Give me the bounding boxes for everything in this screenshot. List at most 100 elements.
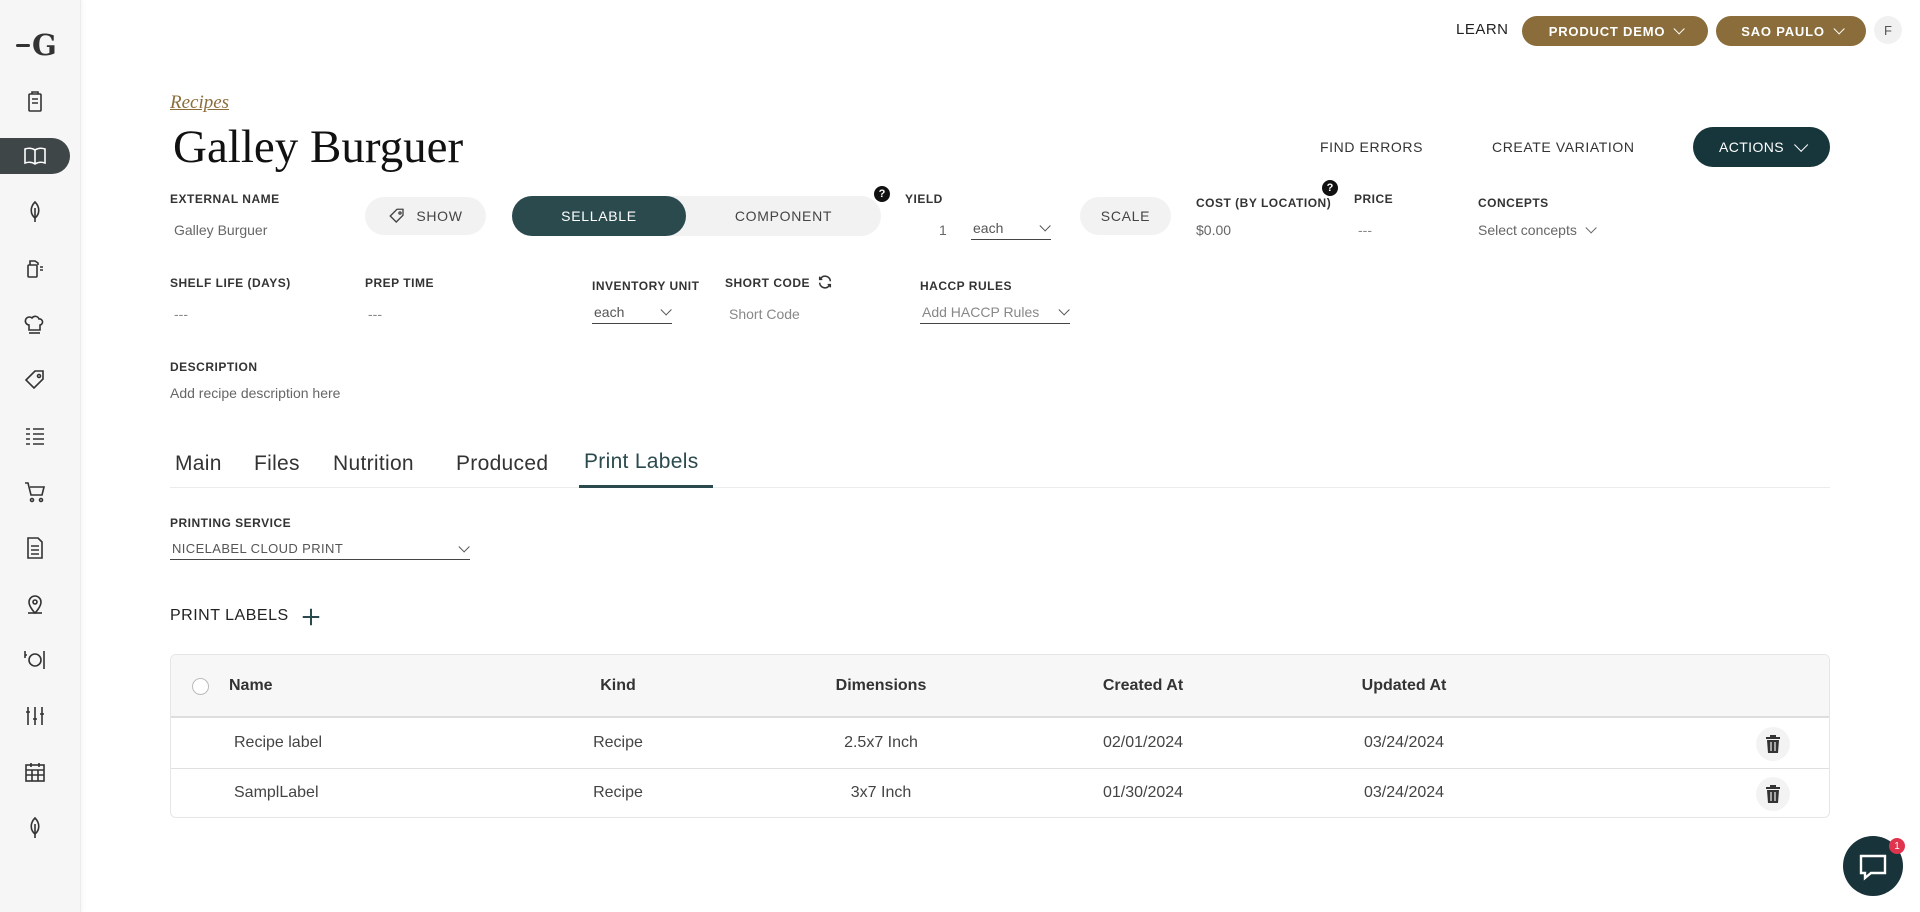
sidebar-item-documents[interactable] (0, 530, 70, 566)
sidebar-item-leaf-2[interactable] (0, 810, 70, 846)
price-value[interactable]: --- (1358, 222, 1372, 238)
location-pin-icon (28, 595, 42, 615)
tag-icon (389, 208, 404, 223)
tab-files[interactable]: Files (254, 452, 300, 476)
location-label: SAO PAULO (1741, 23, 1825, 39)
scale-label: SCALE (1100, 208, 1151, 224)
sidebar-item-checklist[interactable] (0, 418, 70, 454)
concepts-select[interactable]: Select concepts (1478, 222, 1597, 238)
find-errors-button[interactable]: FIND ERRORS (1320, 139, 1423, 155)
prep-time-label: PREP TIME (365, 276, 434, 290)
row-updated-at: 03/24/2024 (1363, 784, 1445, 801)
cost-help-icon[interactable]: ? (1322, 180, 1338, 196)
leaf-icon (30, 816, 40, 838)
actions-button[interactable]: ACTIONS (1693, 127, 1830, 167)
table-row[interactable]: Recipe label Recipe 2.5x7 Inch 02/01/202… (171, 719, 1829, 769)
delete-label-button[interactable] (1756, 727, 1790, 761)
column-created-at[interactable]: Created At (1103, 677, 1183, 695)
chevron-down-icon (1673, 23, 1686, 35)
haccp-rules-label: HACCP RULES (920, 279, 1012, 293)
description-input[interactable]: Add recipe description here (170, 385, 340, 401)
shelf-life-field[interactable]: --- (174, 306, 188, 322)
print-labels-title: PRINT LABELS (170, 607, 289, 624)
tab-nutrition[interactable]: Nutrition (333, 452, 414, 476)
table-header: Name Kind Dimensions Created At Updated … (171, 655, 1829, 718)
shelf-life-label: SHELF LIFE (DAYS) (170, 276, 291, 290)
yield-quantity[interactable]: 1 (939, 222, 947, 238)
table-row[interactable]: SamplLabel Recipe 3x7 Inch 01/30/2024 03… (171, 769, 1829, 817)
tab-main[interactable]: Main (175, 452, 222, 476)
inventory-unit-select[interactable]: each (592, 304, 672, 324)
sidebar-item-dining[interactable] (0, 642, 70, 678)
sidebar-item-cleaning[interactable] (0, 250, 70, 286)
inventory-unit-label: INVENTORY UNIT (592, 279, 700, 293)
component-help-icon[interactable]: ? (874, 186, 890, 202)
chevron-down-icon (1058, 304, 1070, 316)
yield-unit-value: each (973, 220, 1004, 236)
inventory-unit-value: each (594, 304, 625, 320)
column-kind[interactable]: Kind (600, 677, 636, 695)
concepts-label: CONCEPTS (1478, 196, 1549, 210)
column-updated-at[interactable]: Updated At (1362, 677, 1447, 695)
logo-letter: G (32, 28, 57, 62)
sidebar-item-locations[interactable] (0, 586, 70, 622)
chat-notification-badge: 1 (1889, 838, 1905, 854)
cost-value: $0.00 (1196, 222, 1232, 238)
tab-print-labels[interactable]: Print Labels (584, 450, 699, 474)
haccp-rules-select[interactable]: Add HACCP Rules (920, 304, 1070, 324)
column-name[interactable]: Name (229, 677, 273, 695)
document-icon (27, 537, 43, 559)
sidebar-item-clipboard[interactable] (0, 84, 70, 120)
sidebar-item-leaf[interactable] (0, 194, 70, 230)
cleaning-icon (27, 260, 43, 278)
delete-label-button[interactable] (1756, 777, 1790, 811)
prep-time-field[interactable]: --- (368, 306, 382, 322)
sidebar-item-cart[interactable] (0, 474, 70, 510)
logo-dash (16, 43, 30, 47)
avatar[interactable]: F (1874, 16, 1902, 44)
sidebar-item-recipes[interactable] (0, 138, 70, 174)
printing-service-select[interactable]: NICELABEL CLOUD PRINT (170, 540, 470, 560)
printing-service-label: PRINTING SERVICE (170, 516, 292, 530)
sellable-component-toggle: SELLABLE COMPONENT (512, 196, 881, 236)
location-dropdown[interactable]: SAO PAULO (1716, 16, 1866, 46)
component-option[interactable]: COMPONENT (686, 196, 881, 236)
learn-link[interactable]: LEARN (1456, 21, 1509, 38)
sidebar-item-tags[interactable] (0, 362, 70, 398)
row-kind: Recipe (593, 784, 643, 801)
row-created-at: 01/30/2024 (1102, 784, 1184, 801)
add-label-icon[interactable] (300, 606, 322, 628)
haccp-rules-placeholder: Add HACCP Rules (922, 304, 1040, 320)
cost-label: COST (BY LOCATION) (1196, 196, 1332, 210)
chevron-down-icon (1833, 23, 1845, 35)
price-label: PRICE (1354, 192, 1394, 206)
concepts-placeholder: Select concepts (1478, 222, 1577, 238)
select-all-checkbox[interactable] (192, 678, 209, 695)
sidebar-item-chef[interactable] (0, 306, 70, 342)
dining-icon (24, 651, 45, 669)
scale-button[interactable]: SCALE (1080, 197, 1171, 235)
chevron-down-icon (458, 540, 470, 553)
app-logo[interactable]: G (16, 28, 66, 62)
trash-icon (1766, 735, 1780, 753)
sellable-option[interactable]: SELLABLE (512, 196, 686, 236)
refresh-icon[interactable] (817, 274, 833, 290)
show-button[interactable]: SHOW (365, 197, 486, 235)
sliders-icon (26, 707, 44, 725)
chat-icon (1859, 854, 1887, 881)
row-name: Recipe label (234, 734, 323, 751)
chevron-down-icon (1039, 220, 1051, 232)
external-name-label: EXTERNAL NAME (170, 192, 280, 206)
yield-unit-select[interactable]: each (971, 220, 1051, 240)
product-demo-dropdown[interactable]: PRODUCT DEMO (1522, 16, 1708, 46)
sidebar-item-settings[interactable] (0, 698, 70, 734)
create-variation-button[interactable]: CREATE VARIATION (1492, 139, 1635, 155)
sidebar-item-calendar[interactable] (0, 754, 70, 790)
row-updated-at: 03/24/2024 (1363, 734, 1445, 751)
column-dimensions[interactable]: Dimensions (836, 677, 927, 695)
short-code-input[interactable]: Short Code (729, 306, 800, 322)
actions-label: ACTIONS (1718, 139, 1785, 155)
tab-produced[interactable]: Produced (456, 452, 548, 476)
breadcrumb[interactable]: Recipes (170, 92, 229, 114)
external-name-field[interactable]: Galley Burguer (174, 222, 267, 238)
